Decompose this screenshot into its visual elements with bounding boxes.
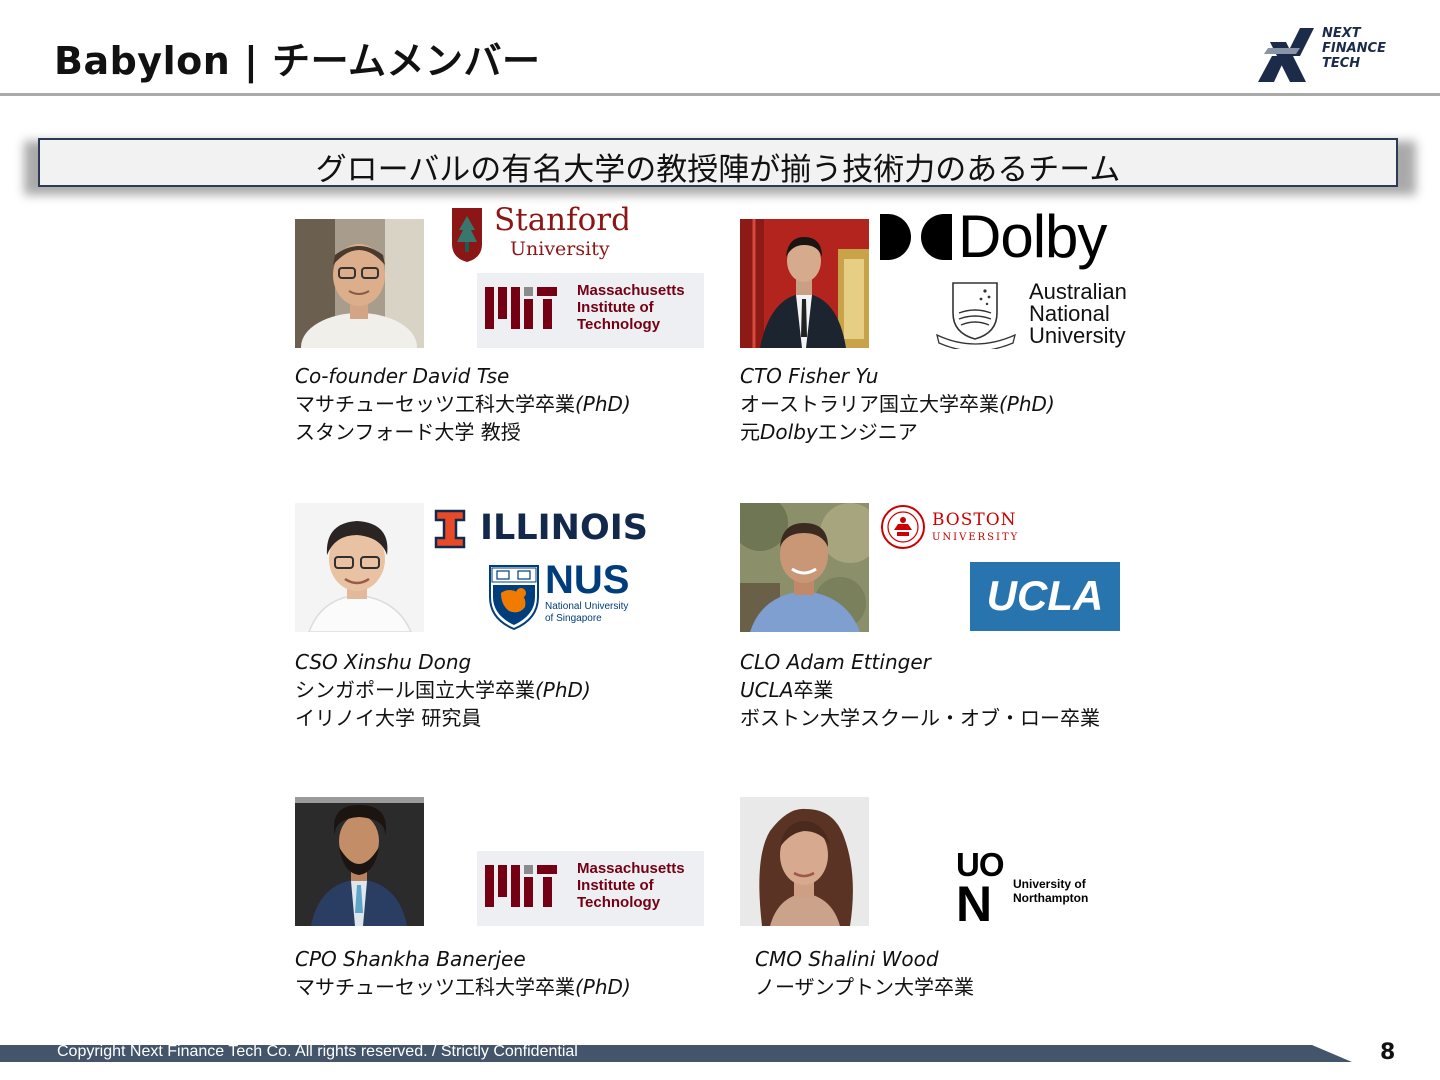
anu-crest-icon	[936, 282, 1016, 349]
mit-line-3: Technology	[577, 316, 661, 333]
mit-logo-2: Massachusetts Institute of Technology	[477, 851, 704, 926]
header-divider	[0, 93, 1440, 96]
dolby-double-d-icon	[880, 214, 952, 260]
member-education: マサチューセッツ工科大学卒業	[295, 975, 575, 999]
northampton-line-1: University of	[1013, 877, 1086, 891]
mit-line-2: Institute of	[577, 299, 654, 316]
member-degree: (PhD)	[575, 975, 631, 999]
photo-xinshu-dong	[295, 503, 424, 632]
brand-n-mark-icon	[1258, 28, 1314, 82]
anu-line-1: Australian	[1029, 279, 1127, 304]
nus-crest-icon	[489, 565, 539, 631]
nus-line-2: of Singapore	[545, 613, 602, 624]
illinois-name: ILLINOIS	[480, 508, 648, 548]
footer-copyright: Copyright Next Finance Tech Co. All righ…	[57, 1043, 578, 1060]
northampton-mark-bottom: N	[956, 876, 993, 927]
northampton-line-2: Northampton	[1013, 891, 1089, 905]
nus-logo: NUS National University of Singapore	[487, 563, 639, 631]
member-role-company: Dolby	[760, 420, 818, 444]
photo-fisher-yu	[740, 219, 869, 348]
boston-line-2: UNIVERSITY	[932, 532, 1020, 543]
next-finance-tech-logo: NEXT FINANCE TECH	[1256, 26, 1396, 84]
boston-seal-icon	[881, 505, 925, 549]
stanford-name: Stanford	[494, 204, 628, 238]
ucla-logo: UCLA	[970, 562, 1120, 631]
northampton-logo: UO N University of Northampton	[956, 851, 1106, 927]
boston-line-1: BOSTON	[932, 510, 1017, 530]
photo-shankha-banerjee	[295, 797, 424, 926]
member-name: CMO Shalini Wood	[755, 947, 939, 971]
nus-name: NUS	[545, 563, 630, 602]
member-role: イリノイ大学 研究員	[295, 706, 482, 730]
member-education: オーストラリア国立大学卒業	[740, 392, 999, 416]
member-role: エンジニア	[817, 420, 918, 444]
headline-banner: グローバルの有名大学の教授陣が揃う技術力のあるチーム	[38, 138, 1398, 188]
member-name: CTO Fisher Yu	[740, 364, 879, 388]
member-education: 卒業	[793, 678, 834, 702]
mit-line-1: Massachusetts	[577, 282, 685, 299]
stanford-sub: University	[510, 238, 610, 260]
member-degree: (PhD)	[999, 392, 1055, 416]
nus-line-1: National University	[545, 601, 629, 612]
member-shankha-banerjee: CPO Shankha Banerjee マサチューセッツ工科大学卒業(PhD)	[295, 945, 631, 1001]
dolby-name: Dolby	[958, 208, 1107, 270]
member-name: CPO Shankha Banerjee	[295, 947, 526, 971]
banner-text: グローバルの有名大学の教授陣が揃う技術力のあるチーム	[315, 152, 1121, 188]
illinois-logo: ILLINOIS	[432, 507, 660, 551]
stanford-logo: Stanford University	[448, 204, 628, 264]
member-role-prefix: 元	[740, 420, 760, 444]
brand-text-next: NEXT	[1322, 26, 1361, 41]
anu-logo: Australian National University	[933, 277, 1138, 352]
member-education: マサチューセッツ工科大学卒業	[295, 392, 575, 416]
member-david-tse: Co-founder David Tse マサチューセッツ工科大学卒業(PhD)…	[295, 362, 631, 446]
mit-logo: Massachusetts Institute of Technology	[477, 273, 704, 348]
member-education: ノーザンプトン大学卒業	[755, 975, 974, 999]
photo-shalini-wood	[740, 797, 869, 926]
mit-line-2: Institute of	[577, 877, 654, 894]
page-title: Babylon | チームメンバー	[54, 39, 541, 83]
member-shalini-wood: CMO Shalini Wood ノーザンプトン大学卒業	[755, 945, 974, 1001]
boston-university-logo: BOSTON UNIVERSITY	[880, 504, 1030, 550]
member-education-school: UCLA	[740, 678, 794, 702]
brand-text-finance: FINANCE	[1322, 41, 1386, 56]
photo-adam-ettinger	[740, 503, 869, 632]
mit-line-3: Technology	[577, 894, 661, 911]
member-education: シンガポール国立大学卒業	[295, 678, 535, 702]
member-degree: (PhD)	[575, 392, 631, 416]
member-adam-ettinger: CLO Adam Ettinger UCLA卒業 ボストン大学スクール・オブ・ロ…	[740, 648, 1100, 732]
member-fisher-yu: CTO Fisher Yu オーストラリア国立大学卒業(PhD) 元Dolbyエ…	[740, 362, 1055, 446]
member-degree: (PhD)	[535, 678, 591, 702]
mit-line-1: Massachusetts	[577, 860, 685, 877]
member-name: Co-founder David Tse	[295, 364, 510, 388]
dolby-logo: Dolby	[878, 208, 1123, 274]
anu-line-2: National	[1029, 301, 1110, 326]
member-education-2: ボストン大学スクール・オブ・ロー卒業	[740, 706, 1100, 730]
brand-text-tech: TECH	[1322, 56, 1361, 71]
photo-david-tse	[295, 219, 424, 348]
member-xinshu-dong: CSO Xinshu Dong シンガポール国立大学卒業(PhD) イリノイ大学…	[295, 648, 591, 732]
member-name: CSO Xinshu Dong	[295, 650, 472, 674]
ucla-name: UCLA	[986, 572, 1104, 619]
page-number: 8	[1380, 1040, 1396, 1065]
anu-line-3: University	[1029, 323, 1126, 348]
member-role: スタンフォード大学 教授	[295, 420, 521, 444]
member-name: CLO Adam Ettinger	[740, 650, 931, 674]
illinois-block-i-icon	[434, 509, 466, 549]
